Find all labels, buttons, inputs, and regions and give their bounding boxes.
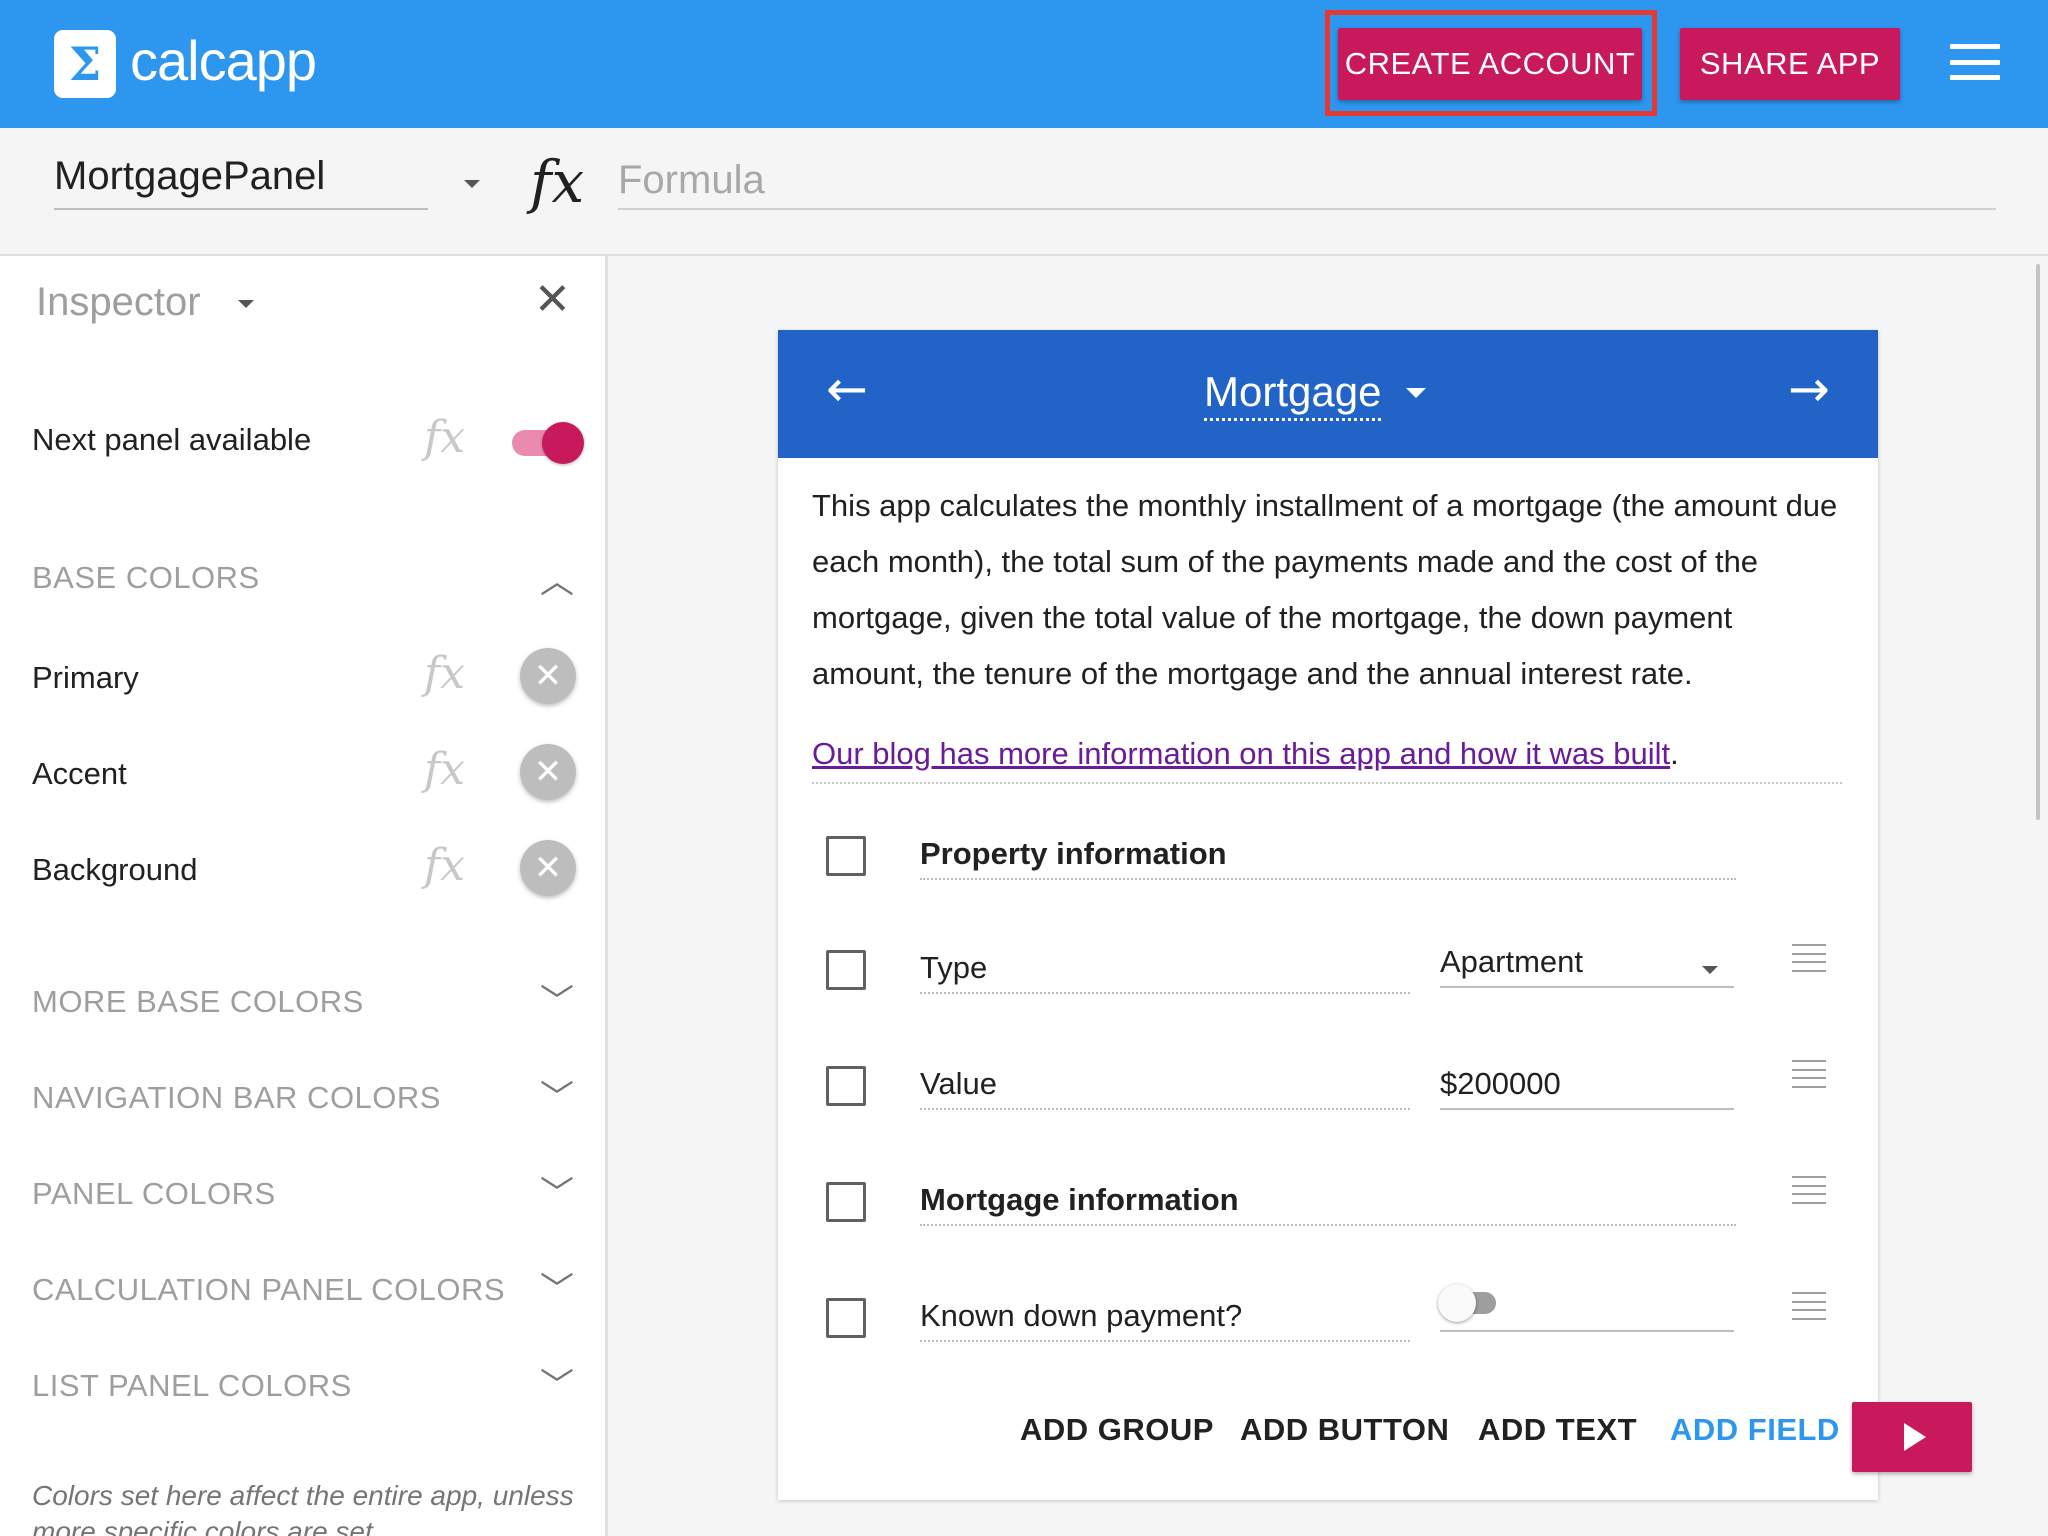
field-checkbox[interactable] — [826, 950, 866, 990]
chevron-down-icon[interactable]: ﹀ — [540, 974, 574, 1023]
create-account-highlight — [1325, 10, 1657, 116]
value-input[interactable]: $200000 — [1440, 1066, 1734, 1110]
drag-handle-icon[interactable] — [1792, 1060, 1826, 1088]
arrow-forward-icon[interactable]: → — [1788, 360, 1830, 418]
section-more-base-colors[interactable]: MORE BASE COLORS — [32, 984, 364, 1020]
blog-link[interactable]: Our blog has more information on this ap… — [812, 736, 1670, 771]
fx-icon[interactable]: fx — [424, 840, 465, 891]
field-label-known-down-payment[interactable]: Known down payment? — [920, 1298, 1410, 1342]
add-group-button[interactable]: ADD GROUP — [1020, 1412, 1214, 1448]
app-bar: Σ calcapp CREATE ACCOUNT SHARE APP — [0, 0, 2048, 128]
color-label-accent: Accent — [32, 756, 127, 791]
inspector-title[interactable]: Inspector — [36, 280, 201, 325]
type-select[interactable]: Apartment — [1440, 944, 1734, 988]
section-navigation-bar-colors[interactable]: NAVIGATION BAR COLORS — [32, 1080, 441, 1116]
formula-input[interactable] — [618, 152, 1996, 210]
field-checkbox[interactable] — [826, 1182, 866, 1222]
section-calculation-panel-colors[interactable]: CALCULATION PANEL COLORS — [32, 1272, 505, 1308]
blog-paragraph[interactable]: Our blog has more information on this ap… — [812, 736, 1842, 784]
preview-panel: ← Mortgage → This app calculates the mon… — [778, 330, 1878, 1500]
add-text-button[interactable]: ADD TEXT — [1478, 1412, 1637, 1448]
clear-accent-button[interactable]: ✕ — [520, 744, 576, 800]
field-checkbox[interactable] — [826, 836, 866, 876]
inspector-panel: Inspector ✕ Next panel available fx BASE… — [0, 256, 608, 1536]
next-panel-label: Next panel available — [32, 422, 312, 457]
drag-handle-icon[interactable] — [1792, 944, 1826, 972]
preview-run-button[interactable] — [1852, 1402, 1972, 1472]
section-list-panel-colors[interactable]: LIST PANEL COLORS — [32, 1368, 352, 1404]
play-icon — [1904, 1423, 1926, 1451]
fx-icon: fx — [530, 148, 585, 216]
group-label-mortgage[interactable]: Mortgage information — [920, 1182, 1736, 1226]
field-label-value[interactable]: Value — [920, 1066, 1410, 1110]
clear-primary-button[interactable]: ✕ — [520, 648, 576, 704]
color-label-primary: Primary — [32, 660, 139, 695]
group-label-property[interactable]: Property information — [920, 836, 1736, 880]
fx-icon[interactable]: fx — [424, 412, 465, 463]
chevron-down-icon[interactable]: ﹀ — [540, 1358, 574, 1407]
panel-selector[interactable]: MortgagePanel — [54, 154, 428, 210]
inspector-dropdown-icon[interactable] — [238, 300, 254, 308]
brand-name[interactable]: calcapp — [130, 28, 317, 93]
close-icon[interactable]: ✕ — [534, 278, 571, 322]
share-app-button[interactable]: SHARE APP — [1680, 28, 1900, 100]
calcapp-logo-icon[interactable]: Σ — [54, 30, 116, 98]
clear-background-button[interactable]: ✕ — [520, 840, 576, 896]
color-label-background: Background — [32, 852, 198, 887]
formula-bar: MortgagePanel fx — [0, 128, 2048, 256]
fx-icon[interactable]: fx — [424, 648, 465, 699]
app-description[interactable]: This app calculates the monthly installm… — [812, 478, 1852, 702]
inspector-note: Colors set here affect the entire app, u… — [32, 1480, 574, 1536]
preview-nav-bar: ← Mortgage → — [778, 330, 1878, 458]
drag-handle-icon[interactable] — [1792, 1176, 1826, 1204]
fx-icon[interactable]: fx — [424, 744, 465, 795]
field-checkbox[interactable] — [826, 1298, 866, 1338]
add-button-button[interactable]: ADD BUTTON — [1240, 1412, 1449, 1448]
title-dropdown-icon[interactable] — [1406, 388, 1426, 398]
chevron-down-icon[interactable]: ﹀ — [540, 1070, 574, 1119]
add-field-button[interactable]: ADD FIELD — [1670, 1412, 1840, 1448]
field-checkbox[interactable] — [826, 1066, 866, 1106]
section-base-colors[interactable]: BASE COLORS — [32, 560, 260, 596]
hamburger-icon[interactable] — [1950, 44, 2000, 80]
sigma-glyph: Σ — [68, 37, 102, 91]
arrow-back-icon[interactable]: ← — [826, 360, 868, 418]
field-label-type[interactable]: Type — [920, 950, 1410, 994]
drag-handle-icon[interactable] — [1792, 1292, 1826, 1320]
vertical-scrollbar[interactable] — [2036, 264, 2040, 820]
next-panel-toggle[interactable] — [542, 422, 584, 464]
preview-panel-title[interactable]: Mortgage — [1204, 368, 1382, 421]
panel-selector-dropdown-icon[interactable] — [464, 180, 480, 188]
chevron-down-icon[interactable] — [1702, 966, 1718, 974]
down-payment-switch[interactable] — [1438, 1284, 1476, 1322]
section-panel-colors[interactable]: PANEL COLORS — [32, 1176, 276, 1212]
blog-suffix: . — [1670, 736, 1679, 771]
chevron-up-icon[interactable]: ︿ — [540, 554, 574, 603]
chevron-down-icon[interactable]: ﹀ — [540, 1166, 574, 1215]
chevron-down-icon[interactable]: ﹀ — [540, 1262, 574, 1311]
